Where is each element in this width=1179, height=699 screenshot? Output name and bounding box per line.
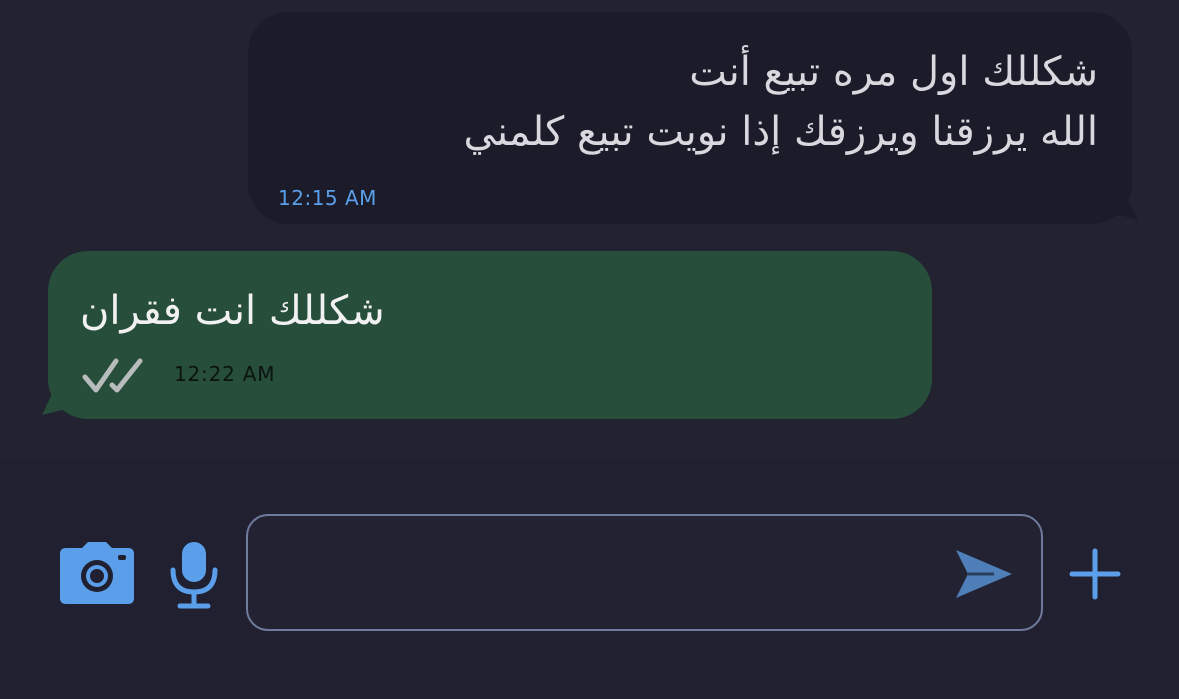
bubble-tail <box>1112 198 1138 220</box>
message-input[interactable] <box>268 546 932 602</box>
microphone-icon[interactable] <box>168 540 220 610</box>
outgoing-message-bubble[interactable]: شكللك انت فقران 12:22 AM <box>42 251 932 419</box>
message-text: شكللك انت فقران <box>80 288 385 334</box>
message-text: شكللك اول مره تبيع أنت الله يرزقنا ويرزق… <box>464 42 1098 162</box>
camera-icon[interactable] <box>60 542 134 604</box>
incoming-message-bubble[interactable]: شكللك اول مره تبيع أنت الله يرزقنا ويرزق… <box>248 12 1138 224</box>
message-input-box[interactable] <box>246 514 1043 631</box>
message-timestamp: 12:22 AM <box>174 362 276 386</box>
double-check-icon <box>82 358 143 393</box>
send-icon[interactable] <box>954 546 1014 602</box>
message-list: شكللك اول مره تبيع أنت الله يرزقنا ويرزق… <box>0 0 1179 458</box>
plus-icon[interactable] <box>1066 545 1124 603</box>
message-line: شكللك اول مره تبيع أنت <box>689 49 1098 95</box>
message-line: الله يرزقنا ويرزقك إذا نويت تبيع كلمني <box>463 109 1098 155</box>
bubble-tail <box>42 393 68 415</box>
message-timestamp: 12:15 AM <box>278 186 377 210</box>
